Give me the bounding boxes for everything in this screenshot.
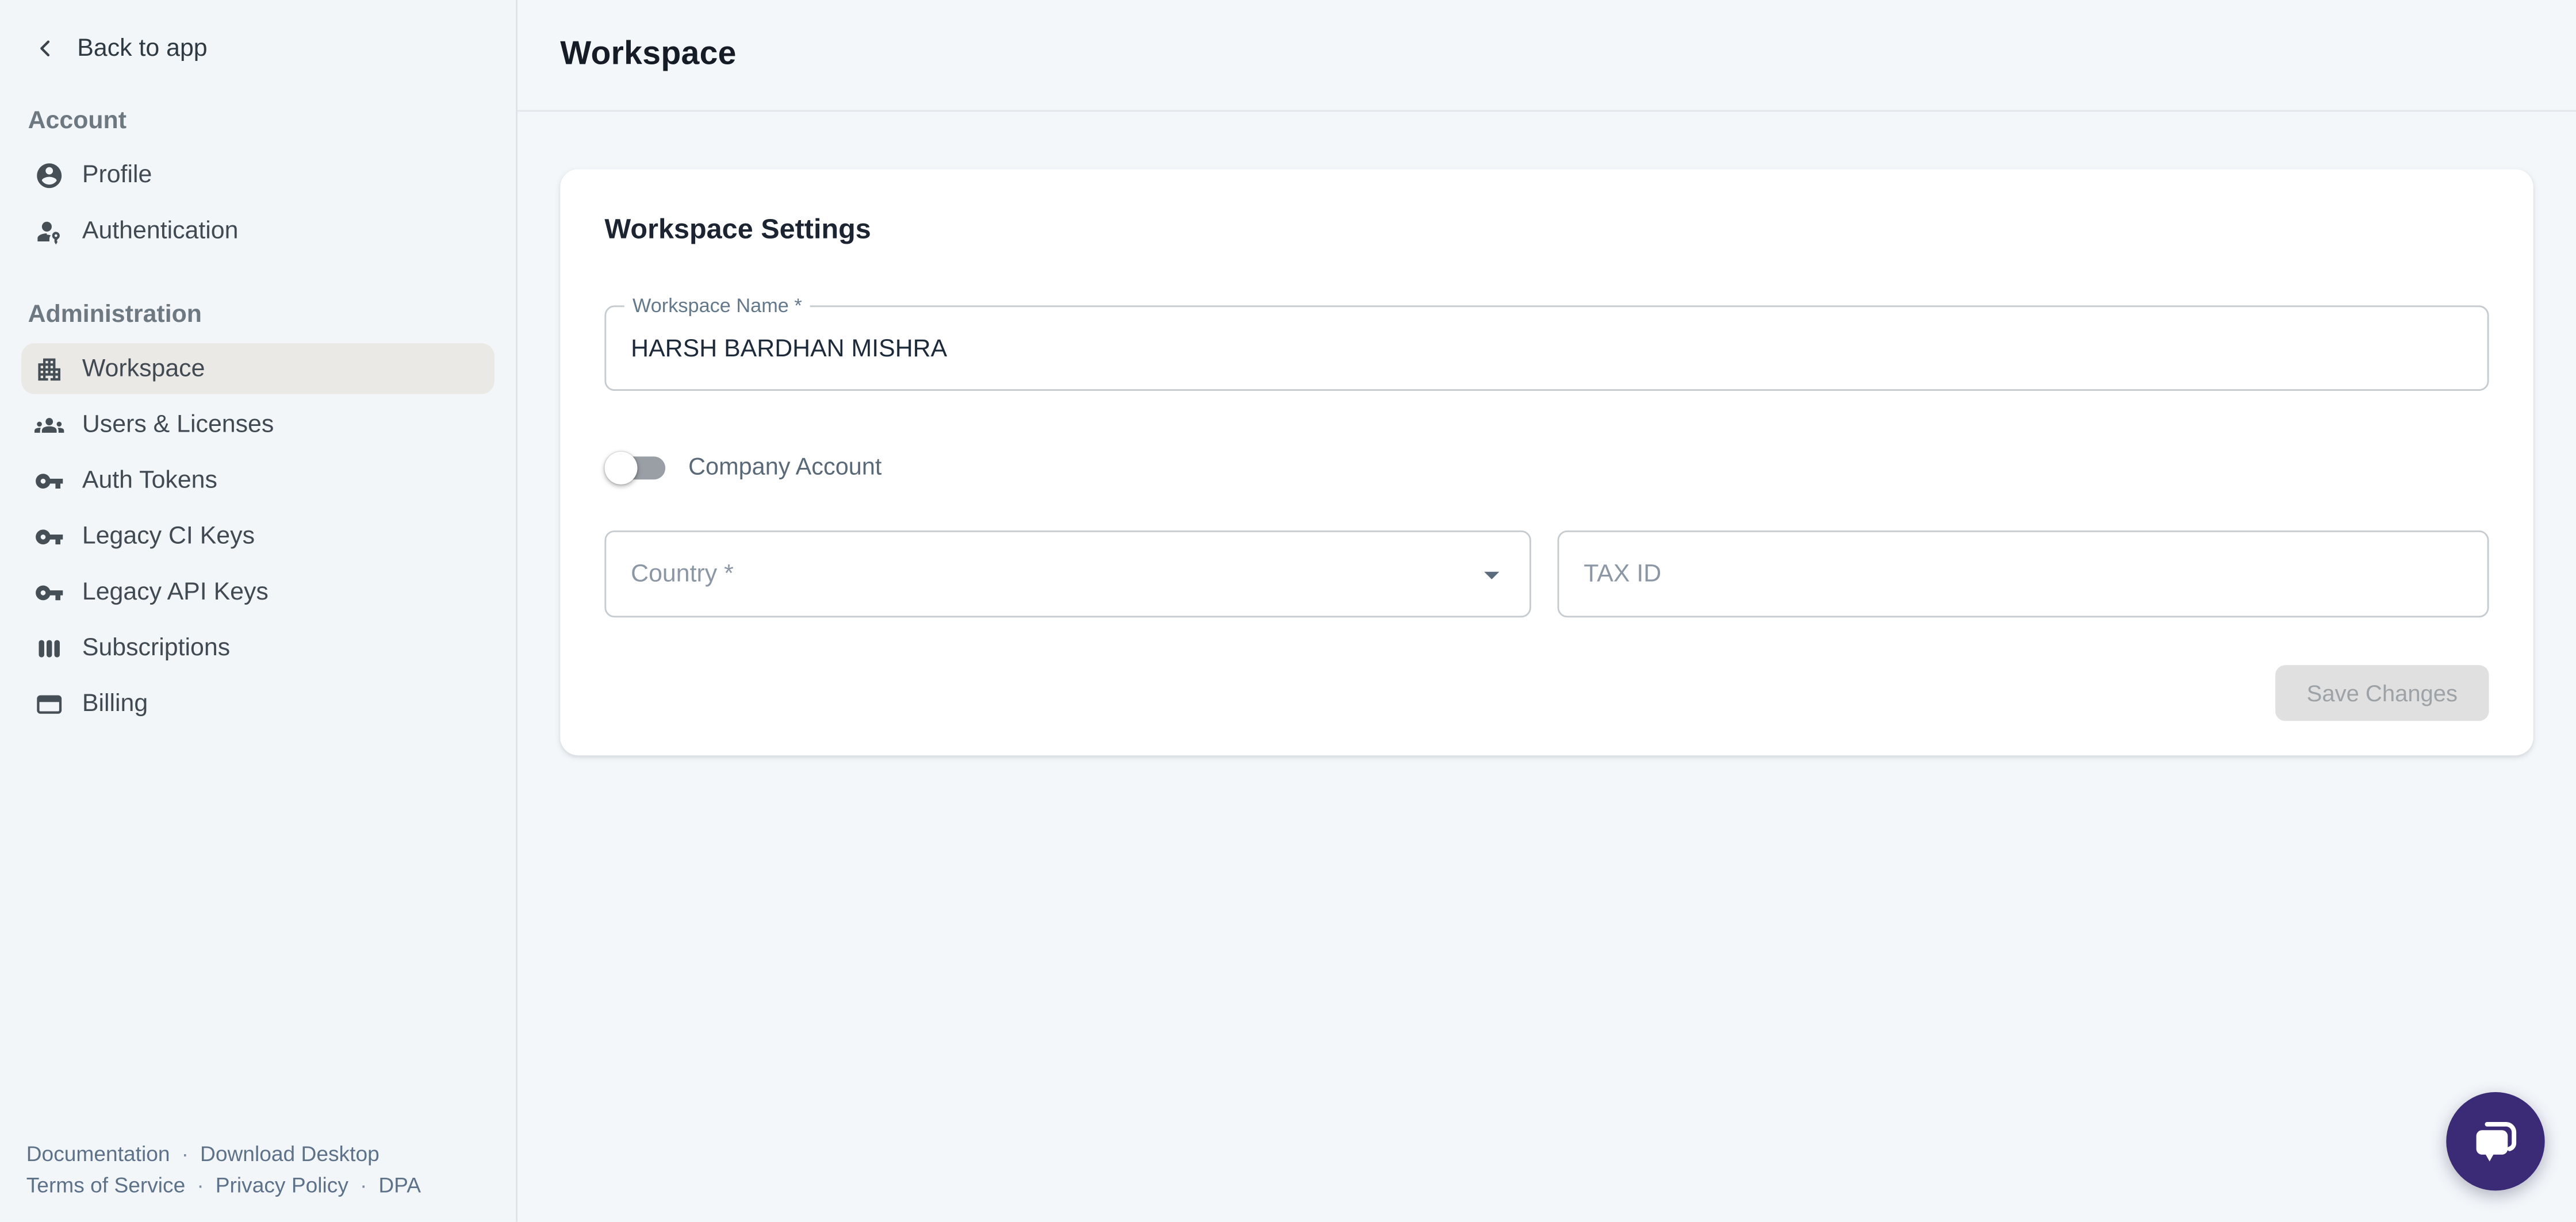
sidebar-item-profile[interactable]: Profile [21, 149, 494, 201]
page-header: Workspace [518, 0, 2576, 112]
billing-card-icon [34, 689, 64, 718]
sidebar-item-label: Subscriptions [82, 634, 230, 662]
back-to-app-label: Back to app [77, 34, 207, 63]
app-window: Back to app Account Profile A [0, 0, 2576, 1222]
key-icon [34, 577, 64, 606]
sidebar-item-subscriptions[interactable]: Subscriptions [21, 622, 494, 674]
sidebar-item-label: Workspace [82, 355, 205, 383]
tax-id-field [1558, 531, 2489, 617]
workspace-name-label: Workspace Name * [624, 294, 810, 317]
download-desktop-link[interactable]: Download Desktop [200, 1138, 379, 1169]
chevron-left-icon [33, 36, 57, 61]
dpa-link[interactable]: DPA [378, 1169, 421, 1200]
page-content: Workspace Settings Workspace Name * Comp… [518, 112, 2576, 813]
sidebar-item-label: Legacy CI Keys [82, 522, 255, 551]
back-to-app-button[interactable]: Back to app [0, 0, 516, 63]
sidebar-item-workspace[interactable]: Workspace [21, 343, 494, 394]
workspace-name-field: Workspace Name * [604, 305, 2489, 391]
sidebar-item-label: Auth Tokens [82, 466, 217, 494]
sidebar-footer: Documentation · Download Desktop Terms o… [26, 1138, 421, 1201]
country-select-label: Country * [631, 560, 734, 588]
bars-icon [34, 633, 64, 662]
chat-widget-button[interactable] [2446, 1092, 2544, 1190]
workspace-name-input[interactable] [606, 307, 2487, 389]
settings-sidebar: Back to app Account Profile A [0, 0, 518, 1222]
footer-separator: · [182, 1138, 189, 1169]
documentation-link[interactable]: Documentation [26, 1138, 170, 1169]
country-tax-row: Country * [604, 531, 2489, 617]
sidebar-item-users-licenses[interactable]: Users & Licenses [21, 399, 494, 450]
sidebar-item-auth-tokens[interactable]: Auth Tokens [21, 455, 494, 506]
sidebar-item-legacy-ci-keys[interactable]: Legacy CI Keys [21, 511, 494, 562]
footer-separator: · [360, 1169, 367, 1200]
section-account: Account Profile Authentication [0, 107, 516, 256]
sidebar-item-legacy-api-keys[interactable]: Legacy API Keys [21, 567, 494, 618]
sidebar-item-label: Billing [82, 690, 148, 718]
chat-bubbles-icon [2467, 1113, 2523, 1169]
chevron-down-icon [1474, 556, 1510, 592]
card-title: Workspace Settings [604, 213, 2489, 246]
sidebar-item-label: Legacy API Keys [82, 578, 269, 606]
key-icon [34, 521, 64, 551]
page-title: Workspace [560, 36, 736, 74]
section-administration: Administration Workspace Users & License… [0, 301, 516, 729]
main-area: Workspace Workspace Settings Workspace N… [518, 0, 2576, 1222]
terms-of-service-link[interactable]: Terms of Service [26, 1169, 186, 1200]
tax-id-input[interactable] [1559, 532, 2487, 616]
building-icon [34, 354, 64, 383]
save-changes-button[interactable]: Save Changes [2275, 665, 2489, 721]
company-account-row: Company Account [604, 448, 2489, 488]
passkey-icon [34, 216, 64, 245]
privacy-policy-link[interactable]: Privacy Policy [216, 1169, 348, 1200]
workspace-settings-card: Workspace Settings Workspace Name * Comp… [560, 169, 2533, 755]
sidebar-item-label: Authentication [82, 217, 239, 245]
country-select[interactable]: Country * [604, 531, 1531, 617]
sidebar-item-label: Profile [82, 161, 152, 189]
sidebar-item-label: Users & Licenses [82, 410, 274, 439]
section-title-administration: Administration [0, 301, 516, 329]
sidebar-nav: Account Profile Authentication [0, 107, 516, 729]
company-account-label: Company Account [688, 455, 881, 481]
person-icon [34, 160, 64, 190]
company-account-toggle[interactable] [604, 452, 665, 485]
key-icon [34, 466, 64, 495]
groups-icon [34, 410, 64, 439]
section-title-account: Account [0, 107, 516, 135]
footer-separator: · [197, 1169, 204, 1200]
card-actions: Save Changes [604, 665, 2489, 721]
sidebar-item-billing[interactable]: Billing [21, 678, 494, 729]
toggle-thumb [604, 452, 637, 485]
sidebar-item-authentication[interactable]: Authentication [21, 205, 494, 256]
